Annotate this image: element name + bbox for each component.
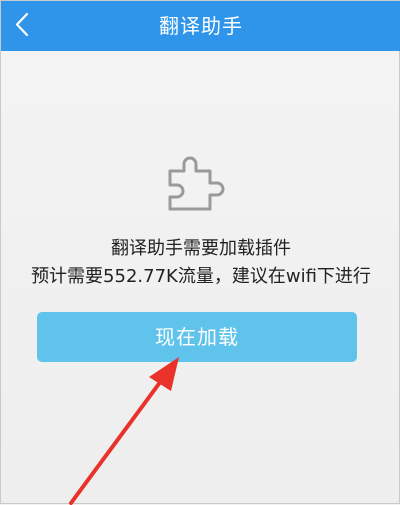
- top-bar: 翻译助手: [1, 1, 400, 51]
- puzzle-piece-icon: [168, 156, 225, 211]
- app-window: 翻译助手 翻译助手需要加载插件 预计需要552.77K流量，建议在wifi下进行…: [0, 0, 400, 505]
- page-title: 翻译助手: [159, 14, 243, 38]
- data-usage-message: 预计需要552.77K流量，建议在wifi下进行: [31, 266, 371, 287]
- load-now-button[interactable]: 现在加载: [37, 312, 357, 362]
- plugin-required-message: 翻译助手需要加载插件: [111, 238, 291, 259]
